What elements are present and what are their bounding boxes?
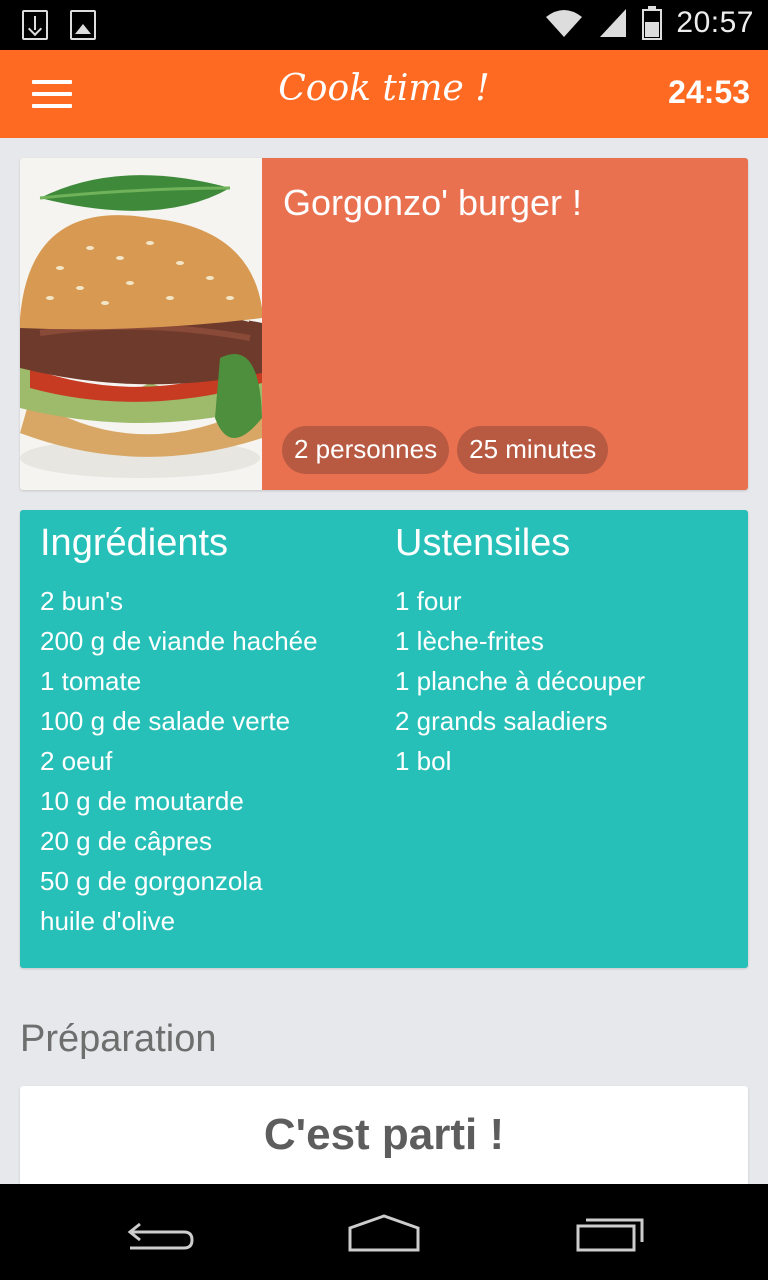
ingredient-item: 2 bun's bbox=[40, 586, 124, 616]
duration-badge: 25 minutes bbox=[457, 426, 609, 474]
wifi-icon bbox=[544, 7, 584, 39]
status-bar: 20:57 bbox=[0, 0, 768, 50]
utensils-title: Ustensiles bbox=[395, 522, 571, 564]
utensil-item: 1 bol bbox=[395, 746, 452, 776]
ingredients-card: Ingrédients 2 bun's 200 g de viande hach… bbox=[20, 510, 748, 968]
start-card[interactable]: C'est parti ! bbox=[20, 1086, 748, 1196]
ingredient-item: 200 g de viande hachée bbox=[40, 626, 318, 656]
home-icon[interactable] bbox=[344, 1212, 424, 1256]
utensils-column: Ustensiles 1 four 1 lèche-frites 1 planc… bbox=[395, 522, 645, 781]
ingredients-column: Ingrédients 2 bun's 200 g de viande hach… bbox=[40, 522, 318, 941]
ingredient-item: 100 g de salade verte bbox=[40, 706, 291, 736]
ingredient-item: 2 oeuf bbox=[40, 746, 113, 776]
utensil-item: 1 lèche-frites bbox=[395, 626, 544, 656]
utensil-item: 1 four bbox=[395, 586, 462, 616]
image-icon bbox=[70, 10, 96, 40]
back-icon[interactable] bbox=[120, 1212, 200, 1256]
preparation-title: Préparation bbox=[20, 1018, 217, 1060]
download-icon bbox=[22, 10, 48, 40]
recents-icon[interactable] bbox=[568, 1212, 648, 1256]
signal-icon bbox=[598, 7, 628, 39]
ingredient-item: 50 g de gorgonzola bbox=[40, 866, 263, 896]
utensil-item: 1 planche à découper bbox=[395, 666, 646, 696]
ingredients-title: Ingrédients bbox=[40, 522, 229, 564]
recipe-title: Gorgonzo' burger ! bbox=[283, 182, 583, 223]
app-title: Cook time ! bbox=[278, 68, 490, 109]
ingredient-item: 1 tomate bbox=[40, 666, 142, 696]
start-button[interactable]: C'est parti ! bbox=[20, 1110, 748, 1160]
status-time: 20:57 bbox=[676, 6, 754, 39]
recipe-header-card: Gorgonzo' burger ! 2 personnes 25 minute… bbox=[20, 158, 748, 490]
app-bar: Cook time ! 24:53 bbox=[0, 50, 768, 138]
cook-timer[interactable]: 24:53 bbox=[668, 74, 750, 111]
servings-badge: 2 personnes bbox=[282, 426, 450, 474]
recipe-photo bbox=[20, 158, 262, 490]
ingredient-item: 20 g de câpres bbox=[40, 826, 213, 856]
system-nav-bar bbox=[0, 1184, 768, 1280]
battery-icon bbox=[642, 6, 663, 40]
ingredient-item: 10 g de moutarde bbox=[40, 786, 244, 816]
ingredient-item: huile d'olive bbox=[40, 906, 176, 936]
utensil-item: 2 grands saladiers bbox=[395, 706, 608, 736]
